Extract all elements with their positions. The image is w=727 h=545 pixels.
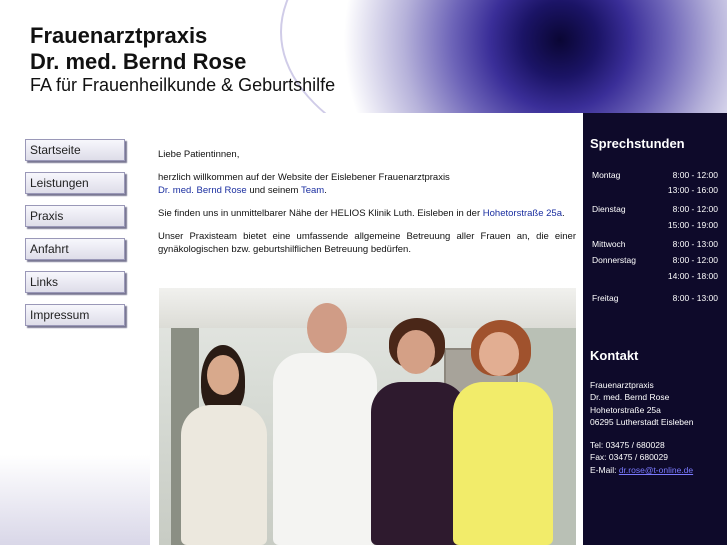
main-navigation: Startseite Leistungen Praxis Anfahrt Lin… xyxy=(25,139,131,337)
hours-time: 8:00 - 12:00 xyxy=(672,170,718,180)
site-title-line1: Frauenarztpraxis xyxy=(30,23,208,48)
contact-street: Hohetorstraße 25a xyxy=(590,404,661,415)
hours-time: 15:00 - 19:00 xyxy=(667,220,718,230)
welcome-paragraph: herzlich willkommen auf der Website der … xyxy=(158,171,576,197)
nav-item-links[interactable]: Links xyxy=(25,271,125,293)
info-sidebar: Sprechstunden Montag 8:00 - 12:00 13:00 … xyxy=(583,113,727,545)
hours-row: Mittwoch 8:00 - 13:00 xyxy=(592,237,718,251)
nav-item-startseite[interactable]: Startseite xyxy=(25,139,125,161)
hours-row: Freitag 8:00 - 13:00 xyxy=(592,291,718,305)
photo-person-4 xyxy=(449,320,559,545)
team-dot: . xyxy=(324,185,327,196)
nav-item-anfahrt[interactable]: Anfahrt xyxy=(25,238,125,260)
hours-row: Dienstag 8:00 - 12:00 xyxy=(592,202,718,216)
hours-day: Montag xyxy=(592,170,621,180)
hours-day: Freitag xyxy=(592,293,619,303)
greeting-text: Liebe Patientinnen, xyxy=(158,149,240,160)
nav-item-praxis[interactable]: Praxis xyxy=(25,205,125,227)
contact-fax: Fax: 03475 / 680029 xyxy=(590,452,668,463)
team-photo xyxy=(159,288,576,545)
contact-email-label: E-Mail: xyxy=(590,464,617,475)
contact-email-row: E-Mail: dr.rose@t-online.de xyxy=(590,464,725,476)
and-team-text: und seinem xyxy=(249,185,299,196)
location-text: Sie finden uns in unmittelbarer Nähe der… xyxy=(158,208,481,219)
hours-row: Donnerstag 8:00 - 12:00 xyxy=(592,253,718,267)
nav-item-leistungen[interactable]: Leistungen xyxy=(25,172,125,194)
site-title-line2: Dr. med. Bernd Rose xyxy=(30,49,247,74)
team-link[interactable]: Team xyxy=(301,185,324,196)
location-dot: . xyxy=(561,208,565,219)
contact-doctor: Dr. med. Bernd Rose xyxy=(590,392,670,403)
hours-day: Mittwoch xyxy=(592,239,626,249)
contact-city: 06295 Lutherstadt Eisleben xyxy=(590,416,694,427)
hours-row: 14:00 - 18:00 xyxy=(592,269,718,283)
welcome-text: herzlich willkommen auf der Website der … xyxy=(158,172,450,183)
main-content: Liebe Patientinnen, herzlich willkommen … xyxy=(158,148,576,266)
hours-time: 14:00 - 18:00 xyxy=(667,271,718,281)
hours-row: 13:00 - 16:00 xyxy=(592,183,718,197)
hours-day: Dienstag xyxy=(592,204,626,214)
team-paragraph: Unser Praxisteam bietet eine umfassende … xyxy=(158,231,576,255)
hours-day: Donnerstag xyxy=(592,255,636,265)
street-link[interactable]: Hohetorstraße 25a xyxy=(483,208,562,219)
header-arc-decoration xyxy=(280,0,727,113)
sprechstunden-heading: Sprechstunden xyxy=(590,136,685,151)
hours-row: 15:00 - 19:00 xyxy=(592,218,718,232)
hours-time: 8:00 - 12:00 xyxy=(672,255,718,265)
sidebar-bottom-gradient xyxy=(0,455,150,545)
hours-time: 8:00 - 13:00 xyxy=(672,239,718,249)
contact-spacer xyxy=(590,428,725,439)
hours-time: 13:00 - 16:00 xyxy=(667,185,718,195)
doctor-link[interactable]: Dr. med. Bernd Rose xyxy=(158,185,247,196)
contact-block: Frauenarztpraxis Dr. med. Bernd Rose Hoh… xyxy=(590,379,725,476)
location-paragraph: Sie finden uns in unmittelbarer Nähe der… xyxy=(158,207,576,220)
contact-tel: Tel: 03475 / 680028 xyxy=(590,440,665,451)
site-subtitle: FA für Frauenheilkunde & Geburtshilfe xyxy=(30,75,336,95)
photo-person-1 xyxy=(179,343,269,545)
contact-name: Frauenarztpraxis xyxy=(590,380,654,390)
contact-email-link[interactable]: dr.rose@t-online.de xyxy=(619,465,693,475)
photo-person-2 xyxy=(269,303,379,545)
hours-row: Montag 8:00 - 12:00 xyxy=(592,168,718,182)
site-header: Frauenarztpraxis Dr. med. Bernd Rose FA … xyxy=(0,0,727,113)
hours-time: 8:00 - 12:00 xyxy=(672,204,718,214)
kontakt-heading: Kontakt xyxy=(590,348,639,363)
nav-item-impressum[interactable]: Impressum xyxy=(25,304,125,326)
hours-time: 8:00 - 13:00 xyxy=(672,293,718,303)
